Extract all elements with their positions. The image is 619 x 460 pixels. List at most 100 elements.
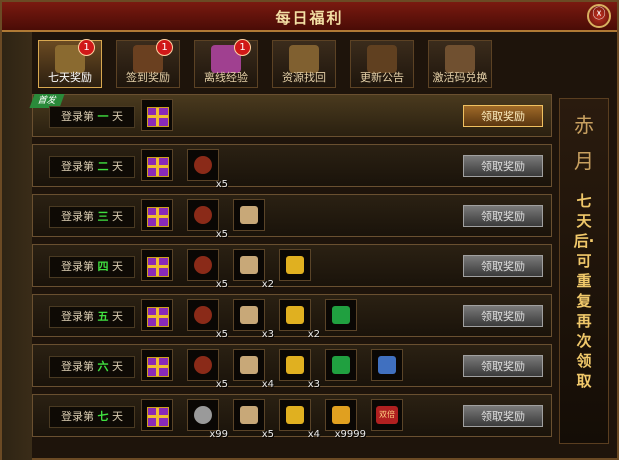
reward-item[interactable]: x99 [187,399,228,440]
day-label-prefix: 登录第 [61,410,94,423]
ore-icon [194,306,212,324]
reward-item[interactable]: x3 [233,299,274,340]
reward-item[interactable]: x5 [187,199,228,240]
reward-item[interactable] [325,349,357,381]
reward-item[interactable] [141,299,173,331]
green-gem-icon [332,356,350,374]
tab-label: 离线经验 [204,71,248,84]
reward-item[interactable] [141,349,173,381]
reward-item[interactable] [371,349,403,381]
day-label-suffix: 天 [112,160,123,173]
day-label-suffix: 天 [112,410,123,423]
day-label: 登录第 四 天 [49,256,135,278]
item-quantity: x4 [261,379,274,390]
reward-item[interactable]: x5 [187,349,228,390]
reward-item[interactable]: x5 [233,399,274,440]
reward-item[interactable] [233,199,265,231]
notification-badge: 1 [156,39,173,56]
tab-update-notice[interactable]: 更新公告 [350,40,414,88]
gift-box-icon [147,157,169,177]
claim-reward-button[interactable]: 领取奖励 [463,405,543,427]
claim-reward-button[interactable]: 领取奖励 [463,305,543,327]
reward-item[interactable] [141,99,173,131]
gift-box-icon [147,407,169,427]
blue-scroll-icon [378,356,396,374]
tab-seven-day-reward[interactable]: 七天奖励 1 [38,39,102,88]
day-label-suffix: 天 [112,310,123,323]
tab-resource-recovery[interactable]: 资源找回 [272,40,336,88]
item-quantity: x4 [307,429,320,440]
reward-item[interactable]: x5 [187,299,228,340]
reward-row: 登录第 五 天 x5 x3 x2 领取奖励 [32,294,552,340]
ore-icon [194,356,212,374]
reward-item[interactable] [141,149,173,181]
gift-box-icon [147,207,169,227]
claim-reward-button[interactable]: 领取奖励 [463,205,543,227]
day-label-suffix: 天 [112,260,123,273]
item-quantity: x3 [261,329,274,340]
day-label-prefix: 登录第 [61,110,94,123]
reward-item[interactable]: x3 [279,349,320,390]
claim-reward-button[interactable]: 领取奖励 [463,105,543,127]
reward-item[interactable] [141,399,173,431]
day-number: 六 [97,360,109,373]
tab-checkin-reward[interactable]: 签到奖励 1 [116,39,180,88]
item-quantity: x2 [307,329,320,340]
reward-item[interactable]: x4 [279,399,320,440]
reward-row: 登录第 二 天 x5 领取奖励 [32,144,552,190]
item-quantity: x5 [261,429,274,440]
item-quantity: x5 [215,329,228,340]
day-label-prefix: 登录第 [61,160,94,173]
day-label: 登录第 一 天 [49,106,135,128]
side-panel: 赤月 七天后·可重复再次领取 [559,98,609,444]
reward-item[interactable]: x5 [187,149,228,190]
silver-ore-icon [194,406,212,424]
gift-box-icon [147,107,169,127]
day-label-prefix: 登录第 [61,360,94,373]
tab-label: 激活码兑换 [432,71,488,84]
tab-label: 七天奖励 [48,71,92,84]
tab-label: 资源找回 [282,71,326,84]
window-title: 每日福利 [275,9,344,27]
green-gem-icon [332,306,350,324]
day-number: 四 [97,260,109,273]
day-number: 一 [97,110,109,123]
notification-badge: 1 [78,39,95,56]
day-label: 登录第 五 天 [49,306,135,328]
title-bar: 每日福利 ⓧ [2,2,617,32]
item-quantity: x99 [209,429,228,440]
claim-reward-button[interactable]: 领取奖励 [463,355,543,377]
tab-activation-code[interactable]: 激活码兑换 [428,40,492,88]
item-quantity: x5 [215,279,228,290]
day-label: 登录第 七 天 [49,406,135,428]
claim-reward-button[interactable]: 领取奖励 [463,155,543,177]
day-label-prefix: 登录第 [61,310,94,323]
reward-item[interactable]: x5 [187,249,228,290]
item-quantity: x5 [215,179,228,190]
reward-item[interactable] [279,249,311,281]
repeat-note: 七天后·可重复再次领取 [573,192,595,390]
reward-item[interactable]: x4 [233,349,274,390]
reward-item[interactable] [141,249,173,281]
reward-row: 登录第 六 天 x5 x4 x3 领取奖励 [32,344,552,390]
day-label: 登录第 六 天 [49,356,135,378]
gold-ingot-icon [286,306,304,324]
item-quantity: x5 [215,229,228,240]
day-label-prefix: 登录第 [61,210,94,223]
reward-row: 登录第 四 天 x5 x2 领取奖励 [32,244,552,290]
reward-item[interactable]: x9999 [325,399,366,440]
reward-item[interactable] [325,299,357,331]
close-button[interactable]: ⓧ [587,4,611,28]
ore-icon [194,206,212,224]
tab-offline-exp[interactable]: 离线经验 1 [194,39,258,88]
scroll-card-icon [240,206,258,224]
reward-item[interactable] [141,199,173,231]
day-label-suffix: 天 [112,110,123,123]
reward-item[interactable]: 双倍 [371,399,403,431]
reward-item[interactable]: x2 [279,299,320,340]
day-number: 七 [97,410,109,423]
claim-reward-button[interactable]: 领取奖励 [463,255,543,277]
scroll-card-icon [240,356,258,374]
reward-row: 登录第 三 天 x5 领取奖励 [32,194,552,240]
reward-item[interactable]: x2 [233,249,274,290]
